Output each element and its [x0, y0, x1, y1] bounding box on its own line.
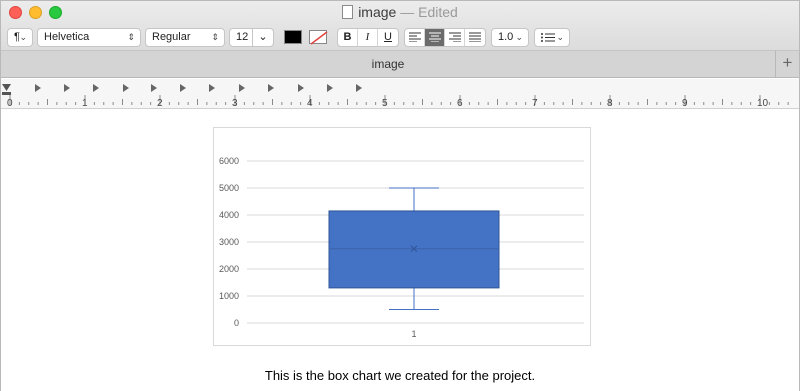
ruler-label: 10 — [757, 98, 769, 109]
tab-stop-marker — [151, 84, 157, 92]
align-center-button[interactable] — [425, 29, 445, 46]
tab-stop-marker — [356, 84, 362, 92]
bold-button[interactable]: B — [338, 29, 358, 46]
tab-image[interactable]: image — [1, 51, 775, 77]
list-style-popup[interactable]: ⌄ — [534, 28, 570, 47]
chevron-down-icon: ⌄ — [258, 31, 268, 43]
line-spacing-popup[interactable]: 1.0 ⌄ — [491, 28, 529, 47]
text-color-well[interactable] — [284, 30, 302, 44]
align-right-icon — [448, 32, 461, 43]
align-center-icon — [428, 32, 441, 43]
left-indent-marker — [2, 92, 11, 95]
ruler-label: 7 — [532, 98, 538, 109]
chevron-down-icon: ⌄ — [515, 32, 523, 42]
tab-stop-marker — [123, 84, 129, 92]
bullet-list-icon — [541, 33, 555, 42]
tab-stop-marker — [35, 84, 41, 92]
font-family-value: Helvetica — [44, 31, 90, 43]
window-title: image — Edited — [1, 4, 799, 20]
ruler-label: 2 — [157, 98, 163, 109]
ruler-label: 8 — [607, 98, 613, 109]
tab-stop-marker — [268, 84, 274, 92]
y-tick-label: 2000 — [219, 264, 239, 274]
first-line-indent-marker — [2, 84, 11, 91]
ruler-label: 6 — [457, 98, 463, 109]
ruler-label: 9 — [682, 98, 688, 109]
font-style-popup[interactable]: Regular ⇕ — [145, 28, 225, 47]
textedit-window: image — Edited ¶ ⌄ Helvetica ⇕ Regular ⇕ 12… — [0, 0, 800, 391]
justify-button[interactable] — [465, 29, 485, 46]
tab-stop-marker — [64, 84, 70, 92]
tab-stop-marker — [239, 84, 245, 92]
y-tick-label: 5000 — [219, 183, 239, 193]
font-size-field[interactable]: 12 — [229, 28, 253, 47]
chart-caption: This is the box chart we created for the… — [264, 368, 536, 383]
y-tick-label: 3000 — [219, 237, 239, 247]
background-color-well[interactable] — [309, 30, 328, 45]
tab-bar: image + — [1, 51, 799, 78]
y-tick-label: 6000 — [219, 156, 239, 166]
ruler-label: 5 — [382, 98, 388, 109]
no-color-icon — [310, 31, 328, 45]
ruler-label: 3 — [232, 98, 238, 109]
ruler-label: 1 — [82, 98, 88, 109]
y-tick-label: 0 — [234, 318, 239, 328]
y-tick-label: 4000 — [219, 210, 239, 220]
underline-button[interactable]: U — [378, 29, 398, 46]
paragraph-style-popup[interactable]: ¶ ⌄ — [7, 28, 33, 47]
box-chart-plot: 0 1000 2000 3000 4000 5000 6000 1 — [219, 156, 584, 339]
document-area[interactable]: 0 1000 2000 3000 4000 5000 6000 1 This is the b… — [1, 110, 799, 391]
edited-status: — Edited — [400, 4, 458, 20]
tab-stop-marker — [298, 84, 304, 92]
new-tab-button[interactable]: + — [775, 51, 799, 77]
align-right-button[interactable] — [445, 29, 465, 46]
window-title-text: image — [358, 4, 397, 20]
y-tick-label: 1000 — [219, 291, 239, 301]
font-style-value: Regular — [152, 31, 191, 43]
document-icon — [342, 5, 354, 19]
tab-stop-marker — [180, 84, 186, 92]
font-family-popup[interactable]: Helvetica ⇕ — [37, 28, 141, 47]
x-tick-label: 1 — [411, 329, 416, 339]
ruler-label: 4 — [307, 98, 313, 109]
updown-icon: ⇕ — [127, 32, 135, 42]
title-bar: image — Edited ¶ ⌄ Helvetica ⇕ Regular ⇕ 12… — [1, 1, 799, 51]
ruler-scale: 0 1 2 3 4 5 6 7 8 9 10 — [2, 84, 789, 109]
updown-icon: ⇕ — [211, 32, 219, 42]
line-spacing-value: 1.0 — [498, 31, 514, 43]
chevron-down-icon: ⌄ — [19, 32, 27, 42]
text-style-buttons: B I U — [337, 28, 399, 47]
ruler[interactable]: 0 1 2 3 4 5 6 7 8 9 10 — [1, 79, 799, 109]
box-chart[interactable]: 0 1000 2000 3000 4000 5000 6000 1 — [213, 127, 591, 346]
align-left-button[interactable] — [405, 29, 425, 46]
tab-stop-marker — [327, 84, 333, 92]
align-left-icon — [408, 32, 421, 43]
alignment-buttons — [404, 28, 486, 47]
justify-icon — [469, 32, 481, 43]
tab-stop-marker — [93, 84, 99, 92]
tab-stop-marker — [209, 84, 215, 92]
ruler-label: 0 — [7, 98, 13, 109]
font-size-menu-button[interactable]: ⌄ — [252, 28, 274, 47]
italic-button[interactable]: I — [358, 29, 378, 46]
font-size-value: 12 — [236, 31, 249, 43]
chevron-down-icon: ⌄ — [556, 32, 564, 42]
